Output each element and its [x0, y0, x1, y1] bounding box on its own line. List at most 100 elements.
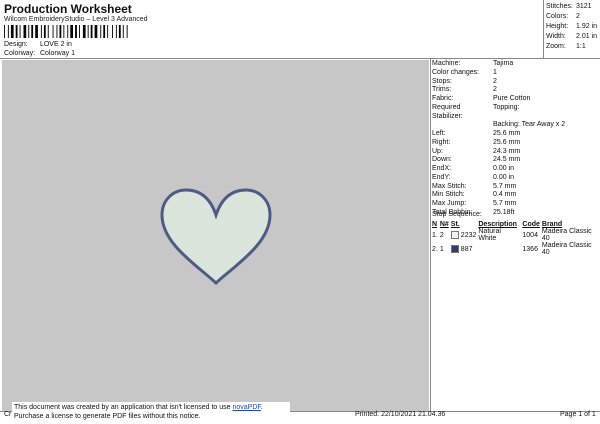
footer-left: Cr	[4, 411, 12, 418]
thread-swatch	[450, 228, 461, 242]
page-number: Page 1 of 1	[560, 411, 596, 418]
stop-num: 2	[439, 231, 444, 239]
detail-value: 0.00 in	[493, 165, 515, 172]
detail-row: Trims: 2	[432, 86, 565, 95]
stat-width: Width: 2.01 in	[546, 33, 598, 40]
detail-value: 25.18ft	[493, 208, 515, 216]
col-st: St.	[450, 221, 460, 228]
stat-zoom: Zoom: 1:1	[546, 43, 586, 50]
stop-n: 1.	[432, 231, 438, 239]
detail-value: Topping:	[493, 103, 520, 111]
detail-row: Fabric: Pure Cotton	[432, 95, 565, 104]
design-label: Design:	[4, 41, 28, 48]
detail-value: 0.4 mm	[493, 191, 517, 199]
stats-panel: Stitches: 3121 Colors: 2 Height: 1.92 in Wi…	[546, 2, 597, 52]
detail-label: Right:	[432, 138, 451, 146]
detail-row: Max Stitch: 5.7 mm	[432, 183, 565, 192]
printed-date: Printed: 22/10/2021 21.04.36	[355, 411, 446, 418]
stat-colors: Colors: 2	[546, 13, 580, 20]
thread-swatch	[450, 242, 461, 256]
detail-row: Min Stitch: 0.4 mm	[432, 191, 565, 200]
detail-label: Max Jump:	[432, 200, 467, 207]
detail-label: Max Stitch:	[432, 182, 467, 190]
color-swatch	[450, 231, 459, 239]
detail-row: Backing: Tear Away x 2	[432, 121, 565, 130]
detail-value: 0.00 in	[493, 173, 515, 181]
design-preview-svg	[160, 188, 272, 286]
stop-stitches: 2232	[460, 231, 477, 239]
stat-height: Height: 1.92 in	[546, 23, 598, 30]
detail-row: Machine: Tajima	[432, 60, 565, 69]
design-preview-canvas	[2, 60, 429, 411]
detail-value: 2	[493, 86, 497, 94]
design-row: Design: LOVE 2 in	[4, 41, 72, 48]
panel-divider	[430, 58, 431, 411]
detail-label: Fabric:	[432, 95, 454, 102]
stop-brand: Madeira Classic 40	[541, 228, 592, 242]
stop-sequence-title: Stop Sequence:	[432, 211, 482, 218]
heart-design	[160, 188, 272, 286]
stop-table-header: N N# St. Description Code Brand	[432, 221, 600, 228]
color-swatch	[450, 245, 459, 253]
col-description: Description	[478, 221, 517, 228]
stop-row: 2. 1 887 1366 Madeira Classic 40	[432, 242, 600, 256]
detail-value: Pure Cotton	[493, 95, 531, 102]
stop-row: 1. 2 2232 Natural White 1004 Madeira Classic …	[432, 228, 600, 242]
detail-row: Required Stabilizer: Topping:	[432, 104, 565, 122]
detail-value: 1	[493, 68, 497, 76]
detail-label: Left:	[432, 130, 446, 137]
detail-value: 25.6 mm	[493, 130, 521, 137]
detail-row: Left: 25.6 mm	[432, 130, 565, 139]
machine-details: Machine: Tajima Color changes: 1 Stops: 2 Trim…	[432, 60, 565, 218]
stop-description	[478, 242, 522, 256]
colorway-label: Colorway:	[4, 50, 36, 57]
detail-row: EndY: 0.00 in	[432, 174, 565, 183]
novapdf-link[interactable]: novaPDF	[232, 404, 260, 411]
stop-sequence-table: N N# St. Description Code Brand 1. 2 2232 N…	[432, 221, 600, 256]
detail-row: Down: 24.5 mm	[432, 156, 565, 165]
detail-label: Down:	[432, 156, 452, 164]
colorway-row: Colorway: Colorway 1	[4, 50, 75, 57]
header-rule	[0, 58, 600, 59]
detail-label: Up:	[432, 147, 443, 155]
detail-label: Min Stitch:	[432, 191, 465, 199]
detail-row: Max Jump: 5.7 mm	[432, 200, 565, 209]
detail-label: Machine:	[432, 60, 461, 67]
license-notice: This document was created by an applicat…	[12, 402, 290, 422]
detail-row: Color changes: 1	[432, 69, 565, 78]
colorway-value: Colorway 1	[39, 50, 75, 57]
detail-label: EndX:	[432, 165, 452, 172]
col-code: Code	[522, 221, 540, 228]
col-n-num: N#	[439, 221, 449, 228]
stop-code: 1366	[522, 245, 538, 253]
stop-n: 2.	[432, 245, 438, 253]
detail-value: Tajima	[493, 60, 514, 67]
stop-stitches: 887	[460, 245, 473, 253]
barcode-image	[4, 25, 128, 38]
stop-num: 1	[439, 245, 444, 253]
detail-label: Color changes:	[432, 68, 480, 76]
detail-value: 25.6 mm	[493, 138, 521, 146]
stat-stitches: Stitches: 3121	[546, 3, 592, 10]
detail-label: Required Stabilizer:	[432, 103, 463, 120]
detail-label: Trims:	[432, 86, 452, 94]
detail-value: 2	[493, 77, 497, 85]
col-n: N	[432, 221, 438, 228]
design-value: LOVE 2 in	[39, 41, 72, 48]
stop-code: 1004	[522, 231, 538, 239]
worksheet-title: Production Worksheet	[4, 2, 132, 16]
detail-row: Stops: 2	[432, 78, 565, 87]
detail-value: 24.3 mm	[493, 147, 521, 155]
detail-row: Up: 24.3 mm	[432, 148, 565, 157]
detail-label: EndY:	[432, 173, 451, 181]
stop-description: Natural White	[478, 228, 501, 242]
detail-value: 5.7 mm	[493, 200, 517, 207]
detail-row: EndX: 0.00 in	[432, 165, 565, 174]
detail-label	[432, 121, 493, 130]
detail-label: Stops:	[432, 77, 452, 85]
col-brand: Brand	[541, 221, 563, 228]
software-subtitle: Wilcom EmbroideryStudio – Level 3 Advanc…	[4, 16, 148, 23]
stop-brand: Madeira Classic 40	[541, 242, 592, 256]
stats-divider	[543, 0, 544, 58]
detail-value: Backing: Tear Away x 2	[493, 121, 566, 129]
